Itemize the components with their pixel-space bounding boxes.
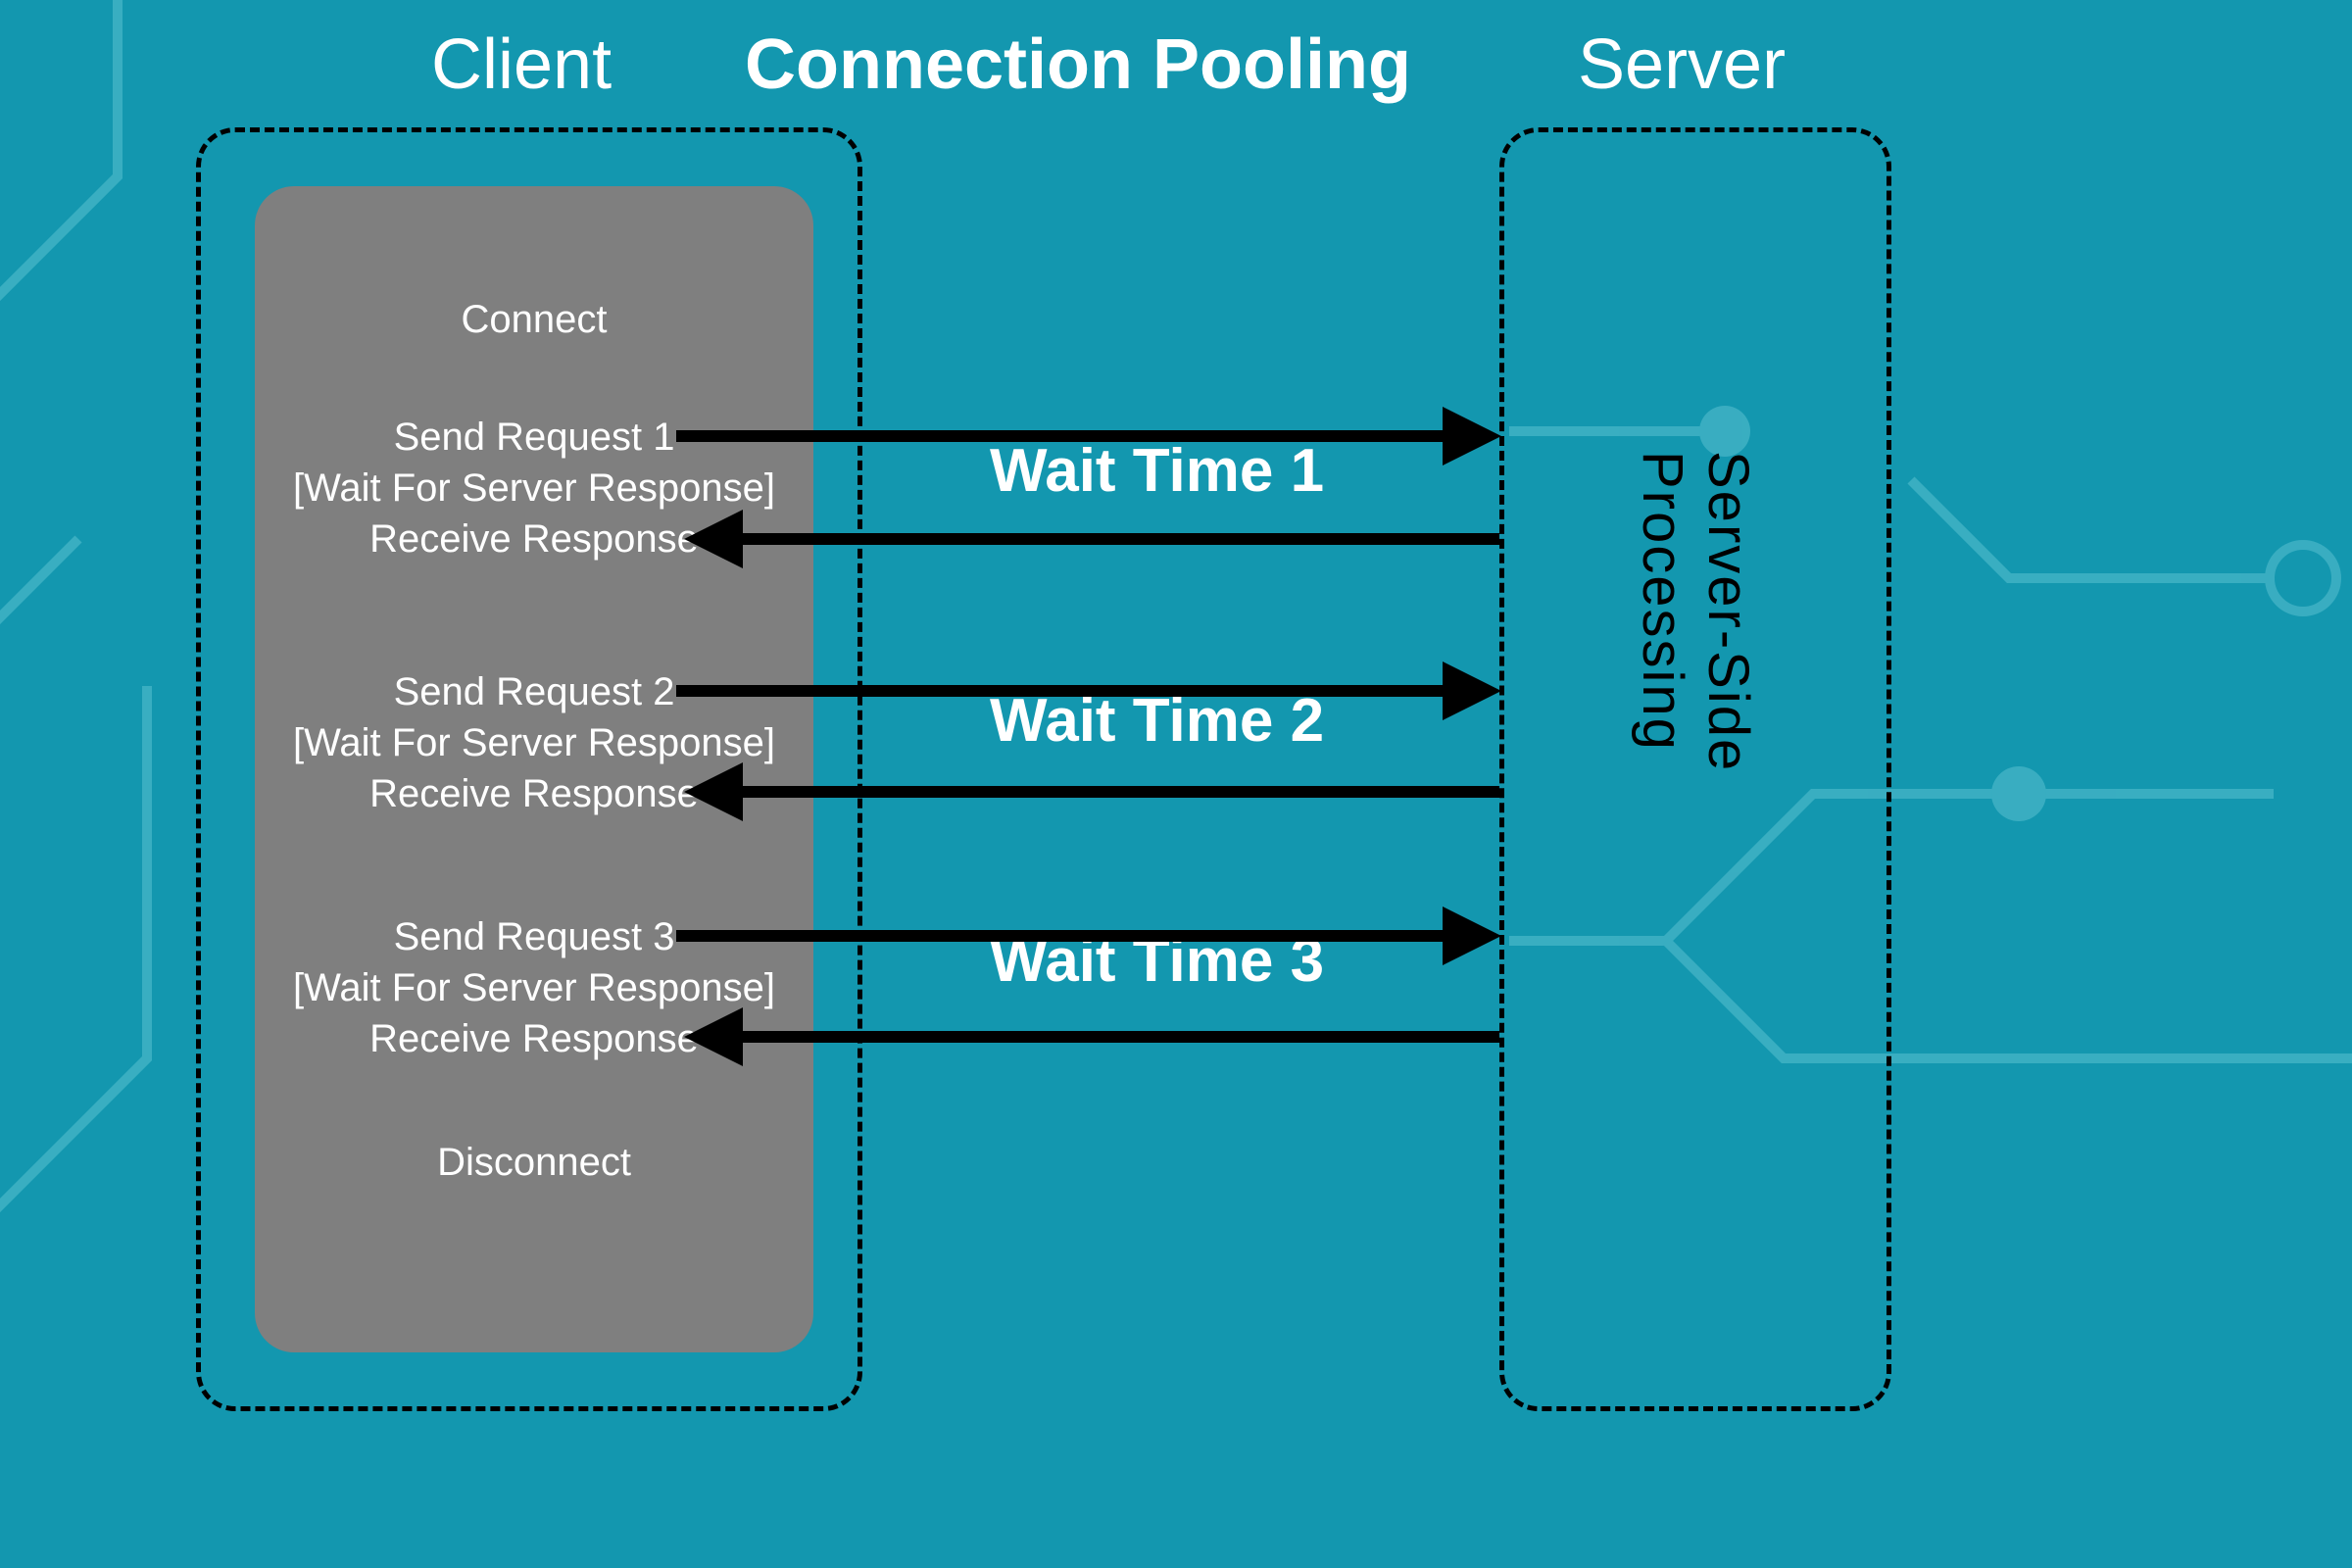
step-send-3: Send Request 3	[255, 911, 813, 962]
step-recv-3: Receive Response	[255, 1013, 813, 1064]
server-processing-label: Server-Side Processing	[1630, 451, 1761, 1088]
request-group-1: Send Request 1 [Wait For Server Response…	[255, 412, 813, 564]
server-container: Server-Side Processing	[1499, 127, 1891, 1411]
wait-time-label-2: Wait Time 2	[990, 686, 1324, 756]
step-wait-1: [Wait For Server Response]	[255, 463, 813, 514]
step-send-1: Send Request 1	[255, 412, 813, 463]
client-steps-panel: Connect Send Request 1 [Wait For Server …	[255, 186, 813, 1352]
request-group-2: Send Request 2 [Wait For Server Response…	[255, 666, 813, 819]
step-recv-2: Receive Response	[255, 768, 813, 819]
step-wait-3: [Wait For Server Response]	[255, 962, 813, 1013]
diagram-title: Connection Pooling	[745, 24, 1411, 105]
step-recv-1: Receive Response	[255, 514, 813, 564]
step-connect: Connect	[255, 294, 813, 345]
step-wait-2: [Wait For Server Response]	[255, 717, 813, 768]
server-heading: Server	[1578, 24, 1786, 105]
wait-time-label-1: Wait Time 1	[990, 436, 1324, 506]
client-heading: Client	[431, 24, 612, 105]
step-send-2: Send Request 2	[255, 666, 813, 717]
wait-time-label-3: Wait Time 3	[990, 926, 1324, 996]
request-group-3: Send Request 3 [Wait For Server Response…	[255, 911, 813, 1064]
step-disconnect: Disconnect	[255, 1137, 813, 1188]
